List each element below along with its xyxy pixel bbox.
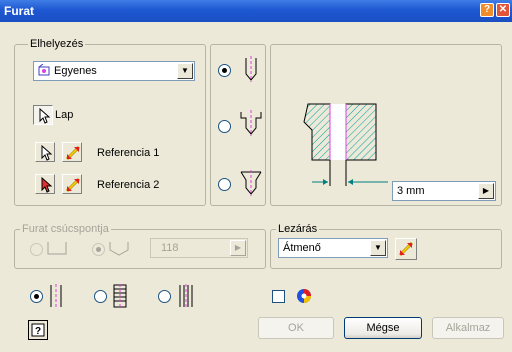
placement-group-label: Elhelyezés <box>28 38 86 50</box>
simple-hole-icon <box>245 56 257 82</box>
placement-type-icon <box>38 64 50 76</box>
termination-value: Átmenő <box>283 242 321 254</box>
chevron-down-icon[interactable]: ▼ <box>177 63 193 79</box>
cursor-arrow-red-icon <box>41 177 53 193</box>
close-button[interactable]: ✕ <box>496 3 510 17</box>
cursor-arrow-icon <box>41 145 53 161</box>
drill-angle-radio[interactable] <box>92 243 105 256</box>
hole-section-preview <box>303 103 388 186</box>
flat-point-icon <box>47 242 67 255</box>
reference1-flip-button[interactable] <box>62 142 82 162</box>
apply-button[interactable]: Alkalmaz <box>432 317 504 339</box>
svg-text:?: ? <box>35 326 41 337</box>
thread-none-radio[interactable] <box>30 290 43 303</box>
ok-button[interactable]: OK <box>258 317 334 339</box>
reference2-flip-button[interactable] <box>62 174 82 194</box>
counterbore-hole-icon <box>240 110 262 136</box>
color-wheel-icon <box>297 289 311 303</box>
face-label: Lap <box>55 109 74 121</box>
taper-tapped-hole-icon <box>179 284 193 308</box>
drill-point-group-label: Furat csúcspontja <box>20 223 111 235</box>
dimension-input[interactable]: 3 mm ▶ <box>392 181 496 201</box>
reference2-label: Referencia 2 <box>97 179 160 191</box>
flip-direction-icon <box>65 177 81 193</box>
placement-type-combo[interactable]: Egyenes ▼ <box>33 61 195 81</box>
plain-hole-icon <box>50 284 62 308</box>
reference2-select-button[interactable] <box>35 174 55 194</box>
drill-angle-value: 118 <box>161 242 179 254</box>
drill-angle-arrow-button[interactable]: ▶ <box>230 240 246 256</box>
help-icon: ? <box>31 323 45 337</box>
termination-group-label: Lezárás <box>276 223 320 235</box>
help-title-button[interactable]: ? <box>480 3 494 17</box>
termination-flip-button[interactable] <box>395 238 417 260</box>
cancel-button[interactable]: Mégse <box>344 317 422 339</box>
window-title: Furat <box>4 4 34 18</box>
dimension-arrow-button[interactable]: ▶ <box>478 183 494 199</box>
hole-simple-radio[interactable] <box>218 64 231 77</box>
thread-taper-radio[interactable] <box>158 290 171 303</box>
tapped-hole-icon <box>113 284 127 308</box>
ipart-checkbox[interactable] <box>272 290 285 303</box>
angle-point-icon <box>109 242 129 256</box>
cursor-arrow-icon <box>39 108 51 124</box>
flip-direction-icon <box>65 145 81 161</box>
dimension-value: 3 mm <box>397 185 425 197</box>
title-bar: Furat ? ✕ <box>0 0 512 22</box>
drill-angle-input[interactable]: 118 ▶ <box>150 238 248 258</box>
termination-combo[interactable]: Átmenő ▼ <box>278 238 388 258</box>
hole-counterbore-radio[interactable] <box>218 120 231 133</box>
drill-flat-radio[interactable] <box>30 243 43 256</box>
chevron-down-icon[interactable]: ▼ <box>370 240 386 256</box>
flip-direction-icon <box>398 241 414 257</box>
hole-countersink-radio[interactable] <box>218 178 231 191</box>
countersink-hole-icon <box>240 170 262 196</box>
reference1-label: Referencia 1 <box>97 147 160 159</box>
thread-tapped-radio[interactable] <box>94 290 107 303</box>
help-button[interactable]: ? <box>28 320 48 340</box>
placement-type-value: Egyenes <box>54 65 97 77</box>
face-select-button[interactable] <box>33 105 53 125</box>
reference1-select-button[interactable] <box>35 142 55 162</box>
